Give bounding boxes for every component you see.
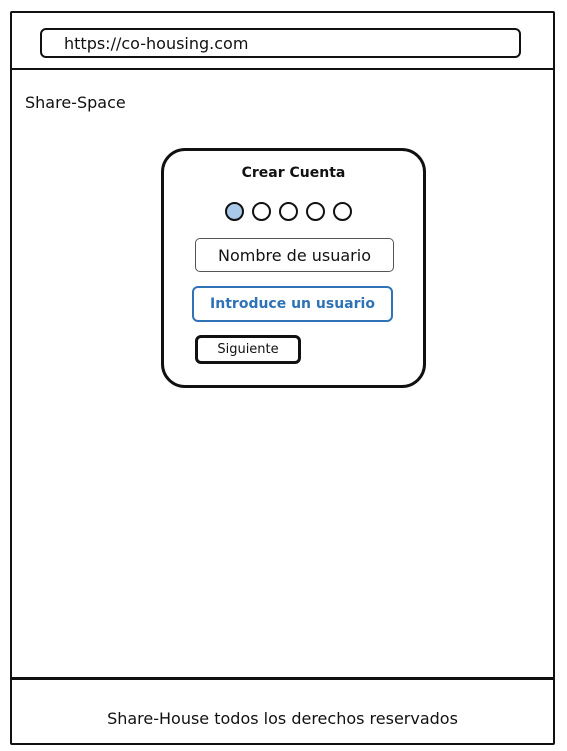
browser-toolbar: https://co-housing.com bbox=[12, 13, 553, 70]
card-title: Crear Cuenta bbox=[241, 165, 346, 181]
create-account-card: Crear Cuenta Introduce un usuario Siguie… bbox=[161, 148, 426, 388]
username-hint: Introduce un usuario bbox=[192, 286, 393, 322]
address-bar[interactable]: https://co-housing.com bbox=[40, 28, 521, 58]
hint-text: Introduce un usuario bbox=[210, 296, 375, 312]
step-dot-2 bbox=[252, 202, 271, 221]
page-footer: Share-House todos los derechos reservado… bbox=[12, 677, 553, 743]
site-brand: Share-Space bbox=[25, 93, 126, 112]
step-dot-1 bbox=[225, 202, 244, 221]
step-dot-5 bbox=[333, 202, 352, 221]
step-indicator bbox=[225, 202, 352, 221]
next-button[interactable]: Siguiente bbox=[195, 335, 301, 364]
url-text: https://co-housing.com bbox=[64, 33, 249, 53]
username-input[interactable] bbox=[195, 238, 394, 272]
footer-copyright: Share-House todos los derechos reservado… bbox=[107, 709, 458, 728]
browser-window: https://co-housing.com Share-Space Crear… bbox=[10, 11, 555, 745]
step-dot-3 bbox=[279, 202, 298, 221]
step-dot-4 bbox=[306, 202, 325, 221]
